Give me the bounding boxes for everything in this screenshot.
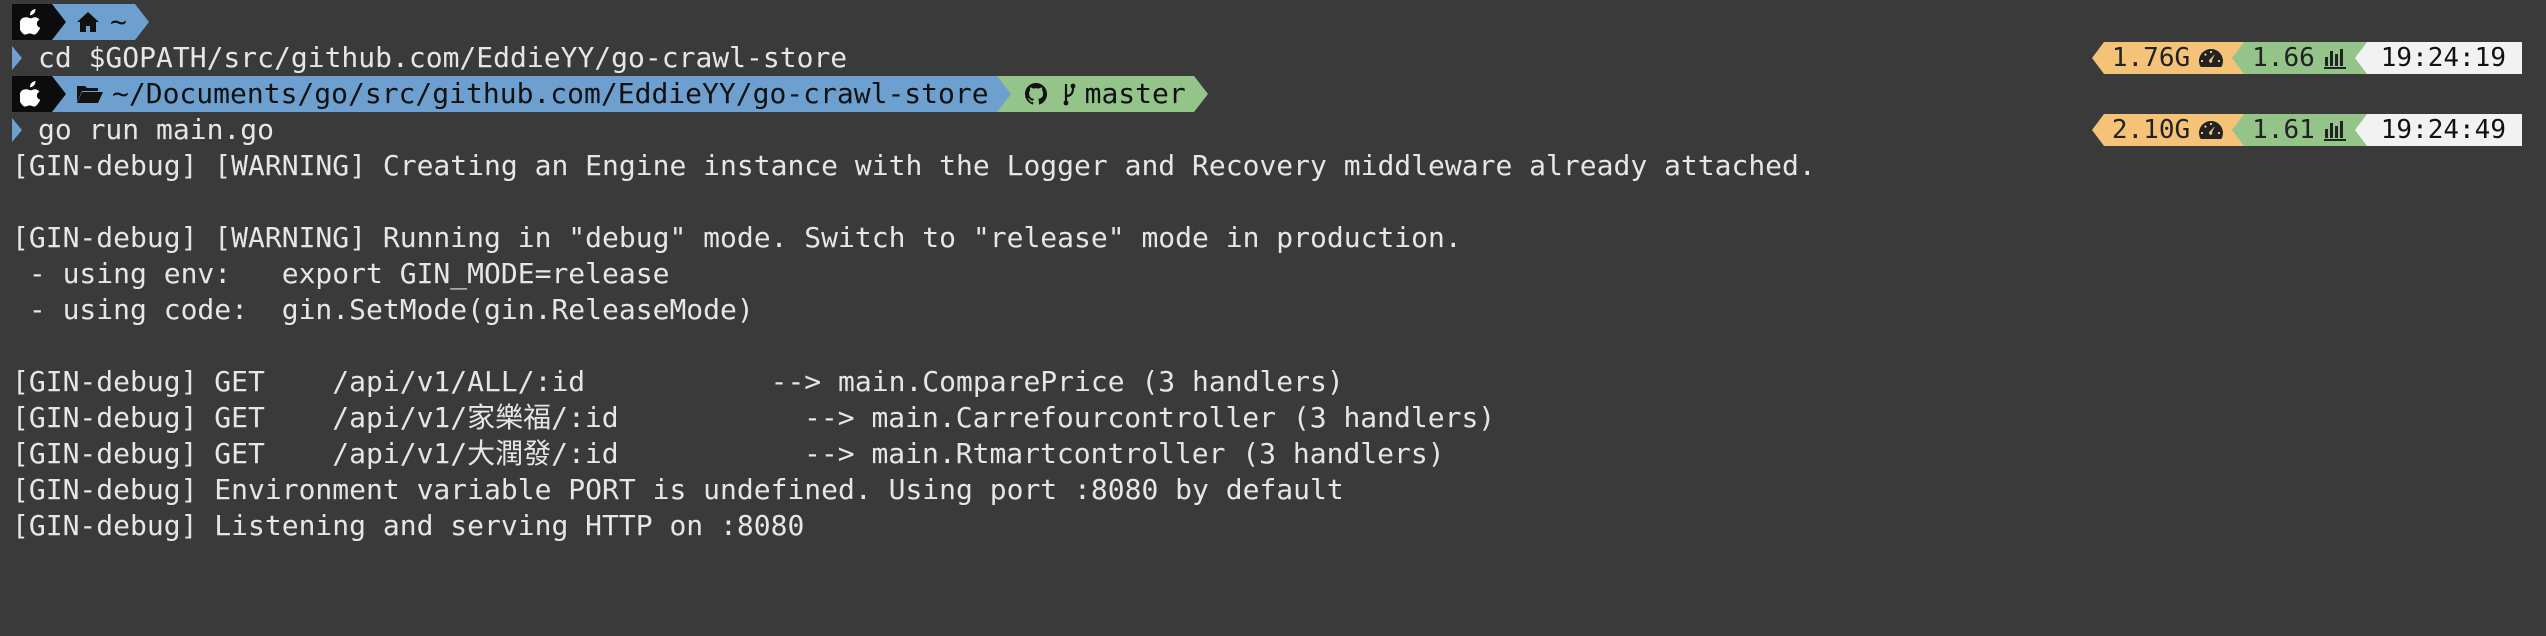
command-line-1: cd $GOPATH/src/github.com/EddieYY/go-cra…: [12, 40, 847, 76]
home-dir-segment: ~: [66, 4, 135, 40]
os-segment: [12, 4, 52, 40]
dashboard-icon: [2198, 47, 2224, 69]
memory-segment: 2.10G: [2103, 114, 2233, 146]
chevron-right-icon: [12, 118, 22, 142]
time-segment: 19:24:19: [2366, 42, 2522, 74]
output-line: [GIN-debug] [WARNING] Creating an Engine…: [12, 149, 1816, 182]
output-line: - using code: gin.SetMode(gin.ReleaseMod…: [12, 293, 754, 326]
git-branch-icon: [1061, 82, 1077, 106]
output-line: [GIN-debug] GET /api/v1/ALL/:id --> main…: [12, 365, 1344, 398]
prompt-line-2: ~/Documents/go/src/github.com/EddieYY/go…: [12, 76, 1208, 112]
folder-open-icon: [76, 83, 104, 105]
output-line: [GIN-debug] GET /api/v1/大潤發/:id --> main…: [12, 437, 1445, 470]
load-segment: 1.61: [2244, 114, 2355, 146]
time-value: 19:24:19: [2380, 43, 2506, 73]
chevron-right-icon: [12, 46, 22, 70]
home-dir-label: ~: [110, 5, 127, 38]
home-icon: [76, 11, 100, 33]
command-text-1: cd $GOPATH/src/github.com/EddieYY/go-cra…: [38, 41, 848, 74]
branch-label: master: [1084, 77, 1186, 110]
output-line: [GIN-debug] Environment variable PORT is…: [12, 473, 1344, 506]
right-status-1: 1.76G 1.66 19:24:19: [2091, 42, 2522, 74]
command-text-2: go run main.go: [38, 113, 275, 146]
memory-value: 1.76G: [2111, 43, 2191, 73]
terminal-window[interactable]: ~ cd $GOPATH/src/github.com/EddieYY/go-c…: [0, 0, 2546, 636]
path-segment: ~/Documents/go/src/github.com/EddieYY/go…: [66, 76, 997, 112]
output-line: [GIN-debug] GET /api/v1/家樂福/:id --> main…: [12, 401, 1496, 434]
output-line: [GIN-debug] Listening and serving HTTP o…: [12, 509, 805, 542]
time-segment: 19:24:49: [2366, 114, 2522, 146]
git-segment: master: [1010, 76, 1194, 112]
load-segment: 1.66: [2244, 42, 2355, 74]
command-line-2: go run main.go: [12, 112, 274, 148]
path-label: ~/Documents/go/src/github.com/EddieYY/go…: [112, 77, 989, 110]
prompt-line-1: ~: [12, 4, 149, 40]
time-value: 19:24:49: [2380, 115, 2506, 145]
bar-chart-icon: [2323, 47, 2347, 69]
apple-icon: [20, 81, 42, 107]
os-segment-2: [12, 76, 52, 112]
apple-icon: [20, 9, 42, 35]
memory-value: 2.10G: [2111, 115, 2191, 145]
github-icon: [1024, 83, 1047, 105]
right-status-2: 2.10G 1.61 19:24:49: [2091, 114, 2522, 146]
output-line: [GIN-debug] [WARNING] Running in "debug"…: [12, 221, 1462, 254]
load-value: 1.61: [2252, 115, 2315, 145]
output-line: - using env: export GIN_MODE=release: [12, 257, 670, 290]
bar-chart-icon: [2323, 119, 2347, 141]
memory-segment: 1.76G: [2103, 42, 2233, 74]
load-value: 1.66: [2252, 43, 2315, 73]
dashboard-icon: [2198, 119, 2224, 141]
